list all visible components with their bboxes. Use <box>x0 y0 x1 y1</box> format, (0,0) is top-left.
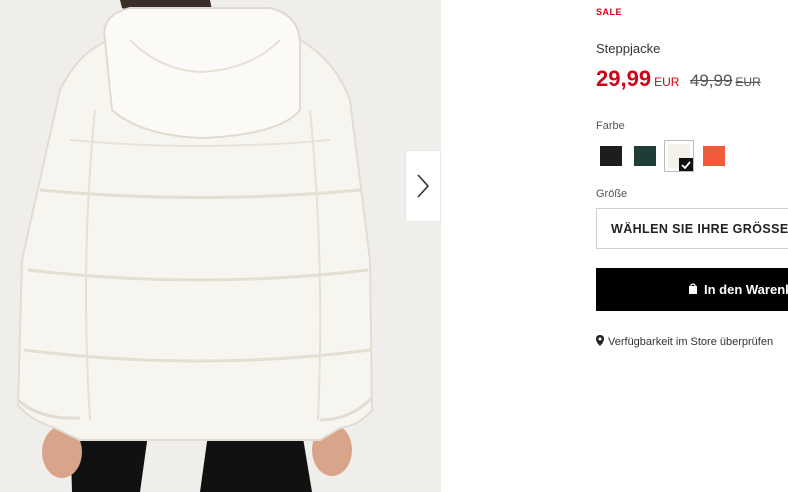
current-price-currency: EUR <box>654 75 680 89</box>
sale-badge: SALE <box>596 7 623 17</box>
store-availability-label: Verfügbarkeit im Store überprüfen <box>608 336 774 348</box>
color-swatch-dark-green[interactable] <box>634 146 656 166</box>
map-pin-icon <box>596 335 604 349</box>
product-info-panel: SALE Steppjacke 29,99 EUR 49,99 EUR Farbe … <box>596 0 788 492</box>
color-swatch-white[interactable] <box>664 140 694 172</box>
color-label: Farbe <box>596 120 625 132</box>
product-image-gallery <box>0 0 441 492</box>
current-price: 29,99 <box>596 66 652 91</box>
original-price: 49,99 <box>689 71 733 90</box>
add-to-cart-label: In den Warenkorb <box>704 282 788 297</box>
add-to-cart-button[interactable]: In den Warenkorb <box>596 268 788 311</box>
store-availability-link[interactable]: Verfügbarkeit im Store überprüfen <box>596 335 773 349</box>
product-image <box>0 0 441 492</box>
next-image-button[interactable] <box>405 150 441 222</box>
color-swatch-orange[interactable] <box>703 146 725 166</box>
size-label: Größe <box>596 188 628 200</box>
shopping-bag-icon <box>688 282 698 297</box>
selected-check-icon <box>679 158 693 171</box>
chevron-right-icon <box>417 174 430 198</box>
product-title: Steppjacke <box>596 41 661 56</box>
original-price-currency: EUR <box>735 75 761 89</box>
color-swatch-black[interactable] <box>600 146 622 166</box>
size-select[interactable]: WÄHLEN SIE IHRE GRÖSSE <box>596 208 788 249</box>
price-row: 29,99 EUR 49,99 EUR <box>596 66 761 92</box>
product-page: SALE Steppjacke 29,99 EUR 49,99 EUR Farbe … <box>0 0 788 492</box>
